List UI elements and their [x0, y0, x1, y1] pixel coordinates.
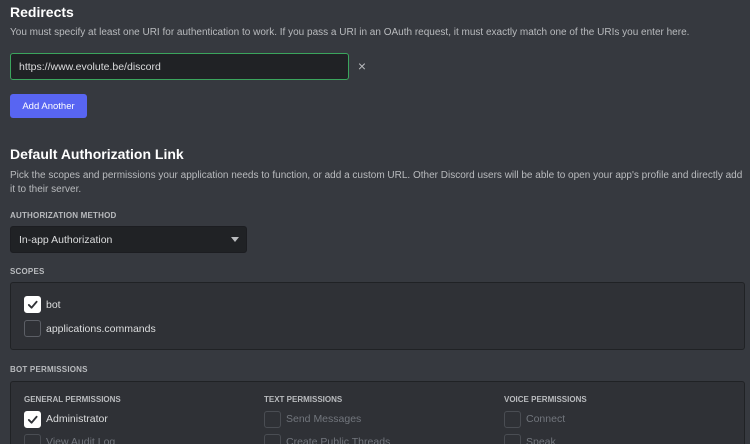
- redirect-uri-input[interactable]: https://www.evolute.be/discord: [10, 53, 349, 80]
- bot-permissions-label: BOT PERMISSIONS: [10, 365, 88, 374]
- perm-speak-label: Speak: [526, 436, 556, 444]
- perm-create-public-threads-checkbox[interactable]: [264, 434, 281, 444]
- redirects-description: You must specify at least one URI for au…: [10, 27, 690, 38]
- default-auth-title: Default Authorization Link: [10, 146, 184, 162]
- general-permissions-header: GENERAL PERMISSIONS: [24, 395, 121, 404]
- close-icon[interactable]: ×: [355, 59, 369, 73]
- text-permissions-header: TEXT PERMISSIONS: [264, 395, 343, 404]
- checkmark-icon: [27, 415, 38, 424]
- perm-create-public-threads-label: Create Public Threads: [286, 436, 391, 444]
- perm-speak-checkbox[interactable]: [504, 434, 521, 444]
- redirects-title: Redirects: [10, 4, 74, 20]
- perm-administrator-checkbox[interactable]: [24, 411, 41, 428]
- perm-send-messages-checkbox[interactable]: [264, 411, 281, 428]
- scopes-label: SCOPES: [10, 267, 45, 276]
- perm-view-audit-log-checkbox[interactable]: [24, 434, 41, 444]
- chevron-down-icon[interactable]: [231, 237, 239, 242]
- auth-method-select[interactable]: In-app Authorization: [10, 226, 247, 253]
- default-auth-description: Pick the scopes and permissions your app…: [10, 170, 743, 195]
- scope-applications-commands-label: applications.commands: [46, 323, 156, 335]
- checkmark-icon: [27, 300, 38, 309]
- oauth2-settings-page: Redirects You must specify at least one …: [0, 0, 750, 444]
- perm-send-messages-label: Send Messages: [286, 413, 362, 425]
- scope-bot-checkbox[interactable]: [24, 296, 41, 313]
- bot-permissions-panel: [10, 381, 745, 444]
- auth-method-label: AUTHORIZATION METHOD: [10, 211, 117, 220]
- perm-administrator-label: Administrator: [46, 413, 108, 425]
- scopes-panel: [10, 282, 745, 350]
- perm-view-audit-log-label: View Audit Log: [46, 436, 116, 444]
- add-another-button[interactable]: Add Another: [10, 94, 87, 118]
- scope-bot-label: bot: [46, 299, 61, 311]
- scope-applications-commands-checkbox[interactable]: [24, 320, 41, 337]
- perm-connect-checkbox[interactable]: [504, 411, 521, 428]
- voice-permissions-header: VOICE PERMISSIONS: [504, 395, 587, 404]
- perm-connect-label: Connect: [526, 413, 566, 425]
